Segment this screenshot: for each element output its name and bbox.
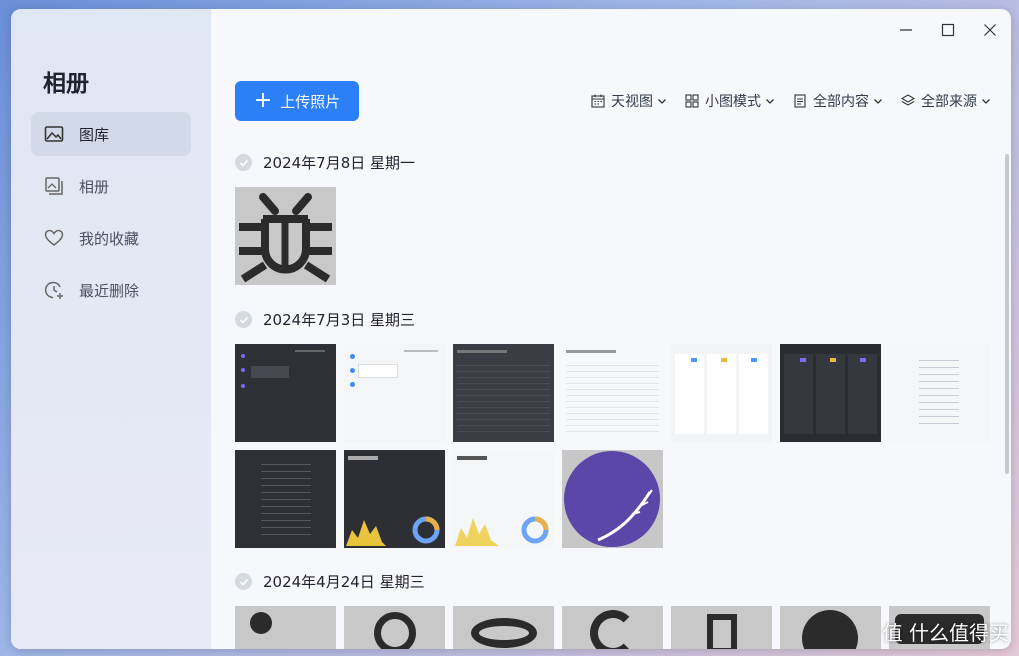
photo-thumbnail[interactable]	[671, 606, 772, 649]
check-icon	[239, 159, 248, 167]
sidebar-item-label: 图库	[79, 125, 110, 144]
minimize-icon	[900, 29, 912, 31]
photo-thumbnail[interactable]	[235, 606, 336, 649]
sidebar-item-album[interactable]: 相册	[31, 164, 191, 208]
photo-thumbnail[interactable]	[235, 187, 336, 285]
photo-thumbnail[interactable]	[671, 344, 772, 442]
group-date: 2024年4月24日 星期三	[263, 573, 425, 591]
check-icon	[239, 316, 248, 324]
date-group-header: 2024年7月3日 星期三	[235, 309, 415, 330]
photo-thumbnail[interactable]	[235, 344, 336, 442]
minimize-button[interactable]	[885, 15, 927, 45]
upload-label: 上传照片	[280, 92, 341, 111]
view-by-dropdown[interactable]: 天视图	[591, 91, 667, 111]
album-icon	[43, 175, 65, 197]
photo-thumbnail[interactable]	[344, 450, 445, 548]
date-group-header: 2024年7月8日 星期一	[235, 152, 415, 173]
bug-icon	[239, 193, 332, 283]
content-filter-dropdown[interactable]: 全部内容	[793, 91, 883, 111]
app-title: 相册	[43, 71, 89, 97]
chart-thumbnail-graphic	[455, 516, 549, 546]
calendar-icon	[591, 94, 605, 108]
sidebar-item-favorites[interactable]: 我的收藏	[31, 216, 191, 260]
chart-thumbnail-graphic	[346, 516, 440, 546]
layers-icon	[901, 94, 915, 106]
logo-graphic	[564, 451, 660, 547]
date-group-header: 2024年4月24日 星期三	[235, 571, 425, 592]
display-mode-dropdown[interactable]: 小图模式	[685, 91, 775, 111]
select-group-checkbox[interactable]	[235, 311, 252, 328]
photo-thumbnail[interactable]	[562, 450, 663, 548]
window-controls	[885, 15, 1011, 45]
sidebar-item-gallery[interactable]: 图库	[31, 112, 191, 156]
group-date: 2024年7月3日 星期三	[263, 311, 416, 329]
heart-icon	[43, 227, 65, 249]
chevron-down-icon	[766, 99, 774, 104]
photo-thumbnail[interactable]	[453, 344, 554, 442]
check-icon	[239, 578, 248, 586]
source-filter-dropdown[interactable]: 全部来源	[901, 91, 991, 111]
photo-thumbnail[interactable]	[780, 344, 881, 442]
app-window: 相册 图库 相册 我的收藏 最近删除 + 上传照片 天视图 小图模式 全部内容 …	[11, 9, 1011, 649]
photo-thumbnail[interactable]	[453, 450, 554, 548]
photo-thumbnail[interactable]	[562, 606, 663, 649]
view-toolbar: 天视图 小图模式 全部内容 全部来源	[591, 91, 991, 111]
recent-delete-icon	[43, 279, 65, 301]
photo-thumbnail[interactable]	[453, 606, 554, 649]
photo-thumbnail[interactable]	[889, 344, 990, 442]
scrollbar[interactable]	[1005, 154, 1009, 474]
close-icon	[984, 24, 996, 36]
chevron-down-icon	[658, 99, 666, 104]
grid-icon	[685, 94, 699, 108]
chevron-down-icon	[874, 99, 882, 104]
sidebar: 相册 图库 相册 我的收藏 最近删除	[11, 9, 211, 649]
document-icon	[794, 94, 806, 108]
content-filter-label: 全部内容	[813, 94, 869, 110]
sidebar-item-recently-deleted[interactable]: 最近删除	[31, 268, 191, 312]
select-group-checkbox[interactable]	[235, 154, 252, 171]
photo-thumbnail[interactable]	[780, 606, 881, 649]
main-area: + 上传照片 天视图 小图模式 全部内容 全部来源 2024年7月8日 星期一 …	[211, 9, 1011, 649]
display-mode-label: 小图模式	[705, 94, 761, 110]
upload-photo-button[interactable]: + 上传照片	[235, 81, 359, 121]
chevron-down-icon	[982, 99, 990, 104]
view-by-label: 天视图	[611, 94, 653, 110]
plus-icon: +	[253, 88, 273, 113]
photo-thumbnail[interactable]	[235, 450, 336, 548]
sidebar-item-label: 相册	[79, 177, 110, 196]
maximize-icon	[941, 23, 955, 37]
photo-thumbnail[interactable]	[344, 344, 445, 442]
photo-thumbnail[interactable]	[344, 606, 445, 649]
close-button[interactable]	[969, 15, 1011, 45]
sidebar-item-label: 我的收藏	[79, 229, 140, 248]
select-group-checkbox[interactable]	[235, 573, 252, 590]
watermark: 值 什么值得买	[882, 621, 1009, 645]
source-filter-label: 全部来源	[921, 94, 977, 110]
photo-thumbnail[interactable]	[562, 344, 663, 442]
group-date: 2024年7月8日 星期一	[263, 154, 416, 172]
maximize-button[interactable]	[927, 15, 969, 45]
image-icon	[43, 123, 65, 145]
sidebar-item-label: 最近删除	[79, 281, 140, 300]
